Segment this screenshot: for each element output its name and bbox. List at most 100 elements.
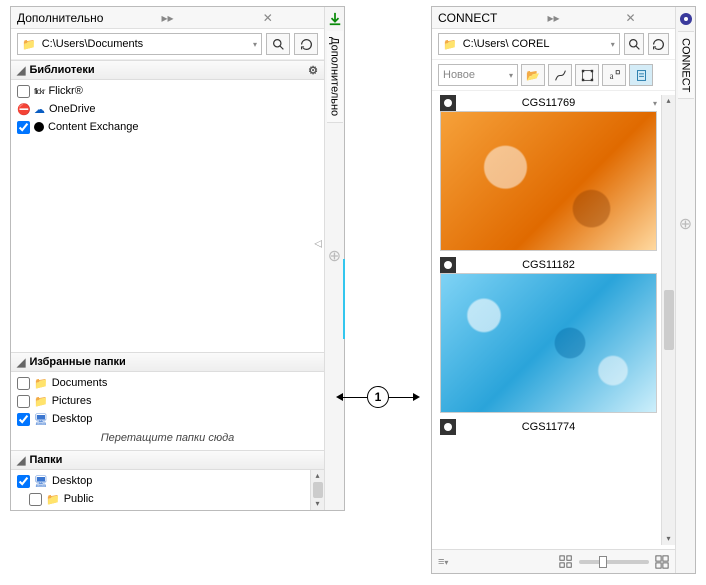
arrow-left-icon bbox=[336, 393, 343, 401]
libraries-header-text: Библиотеки bbox=[29, 64, 94, 76]
favorite-row[interactable]: 📁 Documents bbox=[15, 374, 320, 392]
list-view-icon[interactable]: ≡▾ bbox=[438, 556, 448, 568]
filter-folder-button[interactable]: 📂 bbox=[521, 64, 545, 86]
svg-text:a: a bbox=[609, 70, 613, 80]
folders-header-text: Папки bbox=[29, 454, 62, 466]
path-bar: 📁 ▾ bbox=[432, 29, 675, 60]
panel-collapse-icon[interactable]: ▸▸ bbox=[117, 7, 217, 29]
results-list: CGS11769 ▾ CGS11182 CGS11774 ▴ bbox=[432, 91, 675, 549]
results-scrollbar[interactable]: ▴ ▾ bbox=[661, 95, 675, 545]
folder-row[interactable]: 🖥 Desktop bbox=[15, 472, 310, 490]
filter-select[interactable]: Новое ▾ bbox=[438, 64, 518, 86]
content-exchange-icon bbox=[34, 122, 44, 132]
folder-row[interactable]: 📁 Public bbox=[15, 490, 310, 508]
sidebar-add-icon[interactable]: ⊕ bbox=[327, 248, 343, 264]
folder-open-icon: 📂 bbox=[526, 69, 540, 82]
arrow-right-icon bbox=[413, 393, 420, 401]
result-type-icon bbox=[440, 419, 456, 435]
collapse-icon: ◢ bbox=[17, 64, 25, 77]
sidebar-connect-icon[interactable] bbox=[678, 11, 694, 27]
result-name: CGS11769 bbox=[522, 97, 576, 109]
folder-icon: 📁 bbox=[46, 493, 60, 506]
folders-header[interactable]: ◢ Папки bbox=[11, 450, 324, 470]
path-input-wrap[interactable]: 📁 ▾ bbox=[438, 33, 620, 55]
collapse-icon: ◢ bbox=[17, 356, 25, 369]
folder-icon: 📁 bbox=[34, 395, 48, 408]
grid-large-icon[interactable] bbox=[655, 555, 669, 569]
filter-font-button[interactable]: a bbox=[602, 64, 626, 86]
slider-thumb[interactable] bbox=[599, 556, 607, 568]
chevron-down-icon[interactable]: ▾ bbox=[611, 40, 615, 49]
panel-connect: CONNECT ▸▸ ✕ 📁 ▾ Новое ▾ 📂 bbox=[431, 6, 696, 574]
scroll-down-icon[interactable]: ▾ bbox=[666, 533, 670, 545]
library-row-content-exchange[interactable]: Content Exchange bbox=[15, 118, 320, 136]
folders-body: 🖥 Desktop 📁 Public ▴ ▾ bbox=[11, 470, 324, 510]
refresh-button[interactable] bbox=[648, 33, 669, 55]
library-row-onedrive[interactable]: ⛔ ☁ OneDrive bbox=[15, 100, 320, 118]
filter-vector-button[interactable] bbox=[548, 64, 572, 86]
path-input-wrap[interactable]: 📁 ▾ bbox=[17, 33, 262, 55]
result-thumbnail[interactable] bbox=[440, 111, 657, 251]
panel-additional-main: Дополнительно ▸▸ ✕ 📁 ▾ ◢ Библиотеки ⚙ bbox=[11, 7, 324, 510]
folder-icon: 📁 bbox=[443, 38, 457, 51]
panel-close-icon[interactable]: ✕ bbox=[592, 7, 669, 29]
sidebar-download-icon[interactable] bbox=[327, 11, 343, 27]
scroll-up-icon[interactable]: ▴ bbox=[315, 470, 319, 482]
search-button[interactable] bbox=[266, 33, 290, 55]
favorite-row[interactable]: 📁 Pictures bbox=[15, 392, 320, 410]
path-input[interactable] bbox=[40, 35, 249, 53]
library-label: Content Exchange bbox=[48, 121, 139, 133]
sidebar-tab-connect[interactable]: CONNECT bbox=[678, 31, 694, 99]
libraries-header[interactable]: ◢ Библиотеки ⚙ bbox=[11, 60, 324, 80]
filter-bitmap-button[interactable] bbox=[575, 64, 599, 86]
result-item[interactable]: CGS11774 bbox=[440, 419, 657, 435]
callout-annotation: 1 bbox=[336, 382, 436, 412]
folder-checkbox[interactable] bbox=[29, 493, 42, 506]
scroll-thumb[interactable] bbox=[313, 482, 323, 498]
favorite-checkbox[interactable] bbox=[17, 377, 30, 390]
search-button[interactable] bbox=[624, 33, 645, 55]
folder-label: Public bbox=[64, 493, 94, 505]
library-row-flickr[interactable]: flickr Flickr® bbox=[15, 82, 320, 100]
splitter-handle-icon[interactable]: ◁ bbox=[314, 239, 322, 250]
chevron-down-icon[interactable]: ▾ bbox=[653, 99, 657, 108]
result-item[interactable]: CGS11182 bbox=[440, 257, 657, 413]
library-checkbox[interactable] bbox=[17, 85, 30, 98]
folders-scrollbar[interactable]: ▴ ▾ bbox=[310, 470, 324, 510]
filter-other-button[interactable] bbox=[629, 64, 653, 86]
result-name: CGS11182 bbox=[522, 259, 575, 271]
scroll-up-icon[interactable]: ▴ bbox=[666, 95, 670, 107]
scroll-thumb[interactable] bbox=[664, 290, 674, 350]
favorites-header[interactable]: ◢ Избранные папки bbox=[11, 352, 324, 372]
gear-icon[interactable]: ⚙ bbox=[308, 64, 318, 77]
library-checkbox[interactable] bbox=[17, 121, 30, 134]
refresh-button[interactable] bbox=[294, 33, 318, 55]
favorite-row[interactable]: 🖥 Desktop bbox=[15, 410, 320, 428]
path-input[interactable] bbox=[461, 35, 607, 53]
panel-sidebar: Дополнительно ⊕ bbox=[324, 7, 344, 510]
sidebar-tab-additional[interactable]: Дополнительно bbox=[327, 31, 343, 123]
result-header: CGS11774 bbox=[440, 419, 657, 435]
panel-collapse-icon[interactable]: ▸▸ bbox=[515, 7, 592, 29]
chevron-down-icon: ▾ bbox=[509, 71, 513, 80]
grid-small-icon[interactable] bbox=[559, 555, 573, 569]
result-thumbnail[interactable] bbox=[440, 273, 657, 413]
scroll-down-icon[interactable]: ▾ bbox=[315, 498, 319, 510]
panel-title-bar: CONNECT ▸▸ ✕ bbox=[432, 7, 675, 29]
favorite-label: Documents bbox=[52, 377, 108, 389]
result-header: CGS11769 ▾ bbox=[440, 95, 657, 111]
chevron-down-icon[interactable]: ▾ bbox=[253, 40, 257, 49]
favorite-checkbox[interactable] bbox=[17, 395, 30, 408]
results-footer: ≡▾ bbox=[432, 549, 675, 573]
thumbnail-size-slider[interactable] bbox=[579, 560, 649, 564]
panel-title-text: CONNECT bbox=[438, 7, 515, 29]
panel-title-bar: Дополнительно ▸▸ ✕ bbox=[11, 7, 324, 29]
panel-close-icon[interactable]: ✕ bbox=[218, 7, 318, 29]
favorite-checkbox[interactable] bbox=[17, 413, 30, 426]
result-item[interactable]: CGS11769 ▾ bbox=[440, 95, 657, 251]
resize-handle[interactable] bbox=[343, 259, 345, 339]
folder-checkbox[interactable] bbox=[17, 475, 30, 488]
sidebar-add-icon[interactable]: ⊕ bbox=[678, 216, 694, 232]
refresh-icon bbox=[300, 38, 313, 51]
favorites-header-text: Избранные папки bbox=[29, 356, 125, 368]
